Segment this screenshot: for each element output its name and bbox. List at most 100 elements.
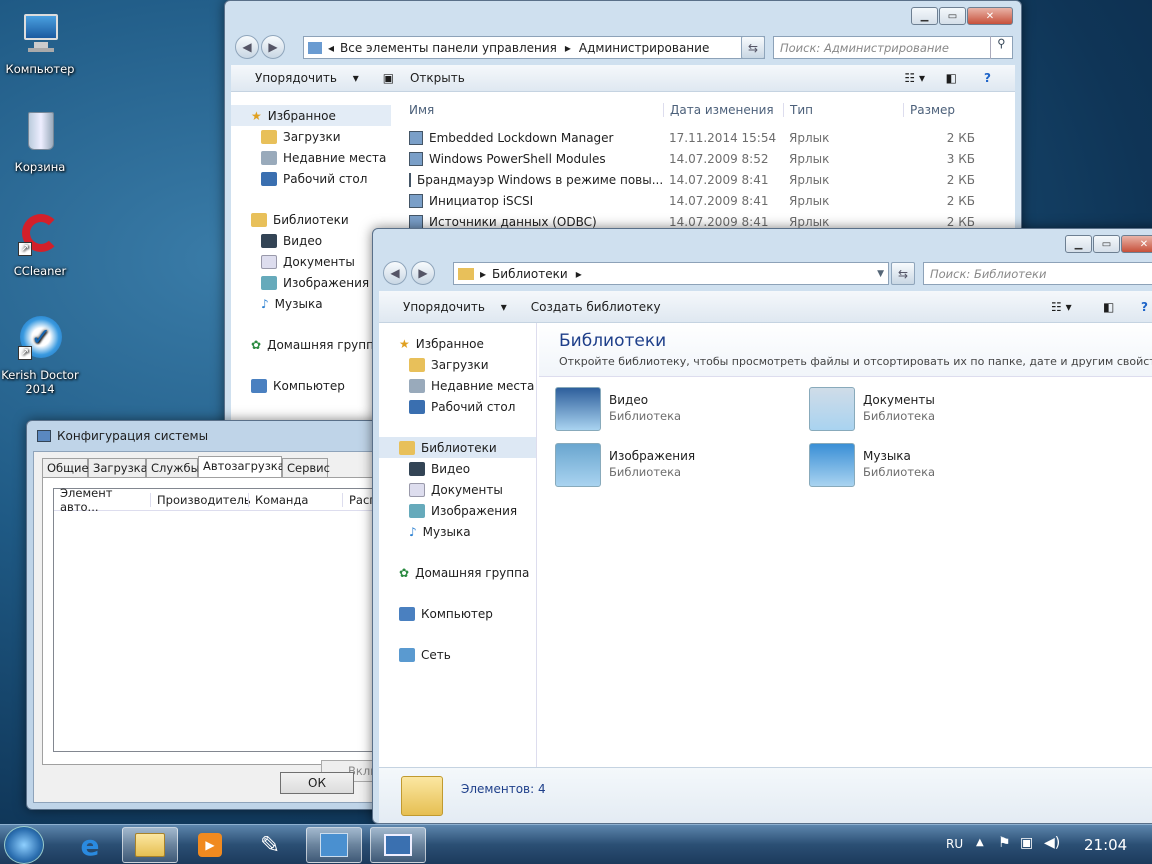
- search-input[interactable]: Поиск: Администрирование ⚲: [773, 36, 1013, 59]
- close-button[interactable]: ✕: [1121, 235, 1152, 253]
- language-indicator[interactable]: RU: [946, 837, 963, 851]
- view-options-icon[interactable]: ☷ ▾: [1039, 300, 1084, 314]
- nav-images[interactable]: Изображения: [231, 272, 391, 293]
- file-name: Источники данных (ODBC): [429, 214, 597, 229]
- start-button[interactable]: [4, 826, 44, 864]
- tab-3[interactable]: Автозагрузка: [198, 456, 285, 478]
- nav-homegroup[interactable]: ✿ Домашняя группа: [231, 334, 391, 355]
- search-icon[interactable]: ⚲: [990, 36, 1012, 59]
- volume-icon[interactable]: ◀): [1044, 835, 1060, 851]
- desktop-icon-ccleaner[interactable]: ↗ CCleaner: [0, 212, 80, 278]
- tab-4[interactable]: Сервис: [282, 458, 330, 478]
- back-button[interactable]: ◀: [235, 35, 259, 59]
- refresh-button[interactable]: ⇆: [741, 36, 765, 59]
- taskbar-ie[interactable]: e: [62, 827, 118, 863]
- close-button[interactable]: ✕: [967, 7, 1013, 25]
- view-options-icon[interactable]: ☷ ▾: [892, 71, 937, 85]
- nav-video[interactable]: Видео: [379, 458, 536, 479]
- create-library-button[interactable]: Создать библиотеку: [519, 300, 673, 314]
- col-size[interactable]: Размер: [903, 103, 983, 117]
- forward-button[interactable]: ▶: [411, 261, 435, 285]
- ok-button[interactable]: ОК: [280, 772, 354, 794]
- back-button[interactable]: ◀: [383, 261, 407, 285]
- library-item-0[interactable]: Видео Библиотека: [555, 385, 795, 435]
- file-row[interactable]: Инициатор iSCSI 14.07.2009 8:41 Ярлык 2 …: [401, 190, 1015, 211]
- nav-recent[interactable]: Недавние места: [379, 375, 536, 396]
- breadcrumb-libraries[interactable]: Библиотеки: [492, 267, 568, 281]
- file-row[interactable]: Embedded Lockdown Manager 17.11.2014 15:…: [401, 127, 1015, 148]
- nav-computer[interactable]: Компьютер: [231, 375, 391, 396]
- tray-show-hidden-icon[interactable]: ▲: [976, 837, 984, 848]
- nav-downloads[interactable]: Загрузки: [231, 126, 391, 147]
- organize-button[interactable]: Упорядочить ▾: [231, 71, 371, 85]
- nav-computer[interactable]: Компьютер: [379, 603, 536, 624]
- nav-favorites[interactable]: ★ Избранное: [231, 105, 391, 126]
- nav-libraries[interactable]: Библиотеки: [231, 209, 391, 230]
- nav-recent[interactable]: Недавние места: [231, 147, 391, 168]
- nav-desktop[interactable]: Рабочий стол: [379, 396, 536, 417]
- nav-documents[interactable]: Документы: [379, 479, 536, 500]
- help-icon[interactable]: ?: [972, 71, 1003, 85]
- minimize-button[interactable]: ▁: [911, 7, 938, 25]
- library-items: Видео Библиотека Документы Библиотека Из…: [555, 385, 1152, 505]
- breadcrumb-admin[interactable]: Администрирование: [579, 41, 709, 55]
- nav-music[interactable]: ♪ Музыка: [379, 521, 536, 542]
- desktop-icon-kerish-doctor[interactable]: ✓ ↗ Kerish Doctor 2014: [0, 316, 80, 396]
- tab-0[interactable]: Общие: [42, 458, 89, 478]
- file-type: Ярлык: [789, 130, 830, 145]
- breadcrumb-control-panel[interactable]: Все элементы панели управления: [340, 41, 557, 55]
- preview-pane-icon[interactable]: ◧: [934, 71, 969, 85]
- shortcut-icon: [409, 193, 423, 208]
- col-date[interactable]: Дата изменения: [663, 103, 783, 117]
- shortcut-icon: [409, 151, 423, 166]
- library-icon: [555, 443, 601, 487]
- taskbar-msconfig[interactable]: [370, 827, 426, 863]
- action-center-icon[interactable]: ⚑: [998, 835, 1011, 851]
- library-item-1[interactable]: Документы Библиотека: [809, 385, 1049, 435]
- nav-documents[interactable]: Документы: [231, 251, 391, 272]
- col-startup-item[interactable]: Элемент авто...: [54, 486, 150, 514]
- col-type[interactable]: Тип: [783, 103, 903, 117]
- maximize-button[interactable]: ▭: [939, 7, 966, 25]
- forward-button[interactable]: ▶: [261, 35, 285, 59]
- refresh-button[interactable]: ⇆: [891, 262, 915, 285]
- tab-2[interactable]: Службы: [146, 458, 200, 478]
- library-item-2[interactable]: Изображения Библиотека: [555, 441, 795, 491]
- open-button[interactable]: ▣ Открыть: [371, 71, 489, 85]
- network-tray-icon[interactable]: ▣: [1020, 835, 1033, 851]
- taskbar-paint[interactable]: ✎: [242, 827, 298, 863]
- file-type: Ярлык: [789, 214, 830, 229]
- nav-network[interactable]: Сеть: [379, 644, 536, 665]
- file-row[interactable]: Брандмауэр Windows в режиме повы... 14.0…: [401, 169, 1015, 190]
- nav-libraries[interactable]: Библиотеки: [379, 437, 536, 458]
- col-name[interactable]: Имя: [401, 103, 663, 117]
- libraries-icon: [458, 267, 474, 280]
- taskbar-explorer[interactable]: [122, 827, 178, 863]
- preview-pane-icon[interactable]: ◧: [1091, 300, 1126, 314]
- address-bar[interactable]: ▸ Библиотеки ▸ ▼: [453, 262, 889, 285]
- downloads-icon: [409, 357, 425, 372]
- desktop-icon-recycle-bin[interactable]: Корзина: [0, 108, 80, 174]
- address-bar[interactable]: ◂ Все элементы панели управления ▸ Админ…: [303, 36, 765, 59]
- nav-downloads[interactable]: Загрузки: [379, 354, 536, 375]
- library-item-3[interactable]: Музыка Библиотека: [809, 441, 1049, 491]
- search-input[interactable]: Поиск: Библиотеки: [923, 262, 1152, 285]
- desktop-icon-computer[interactable]: Компьютер: [0, 10, 80, 76]
- nav-desktop[interactable]: Рабочий стол: [231, 168, 391, 189]
- help-icon[interactable]: ?: [1129, 300, 1152, 314]
- nav-homegroup[interactable]: ✿ Домашняя группа: [379, 562, 536, 583]
- nav-images[interactable]: Изображения: [379, 500, 536, 521]
- tab-1[interactable]: Загрузка: [88, 458, 148, 478]
- organize-button[interactable]: Упорядочить ▾: [379, 300, 519, 314]
- maximize-button[interactable]: ▭: [1093, 235, 1120, 253]
- col-command[interactable]: Команда: [248, 492, 342, 507]
- file-row[interactable]: Windows PowerShell Modules 14.07.2009 8:…: [401, 148, 1015, 169]
- clock[interactable]: 21:04: [1084, 836, 1127, 854]
- nav-favorites[interactable]: ★ Избранное: [379, 333, 536, 354]
- col-manufacturer[interactable]: Производитель: [150, 492, 251, 507]
- minimize-button[interactable]: ▁: [1065, 235, 1092, 253]
- nav-video[interactable]: Видео: [231, 230, 391, 251]
- taskbar-media-player[interactable]: ▶: [182, 827, 238, 863]
- nav-music[interactable]: ♪ Музыка: [231, 293, 391, 314]
- taskbar-control-panel[interactable]: [306, 827, 362, 863]
